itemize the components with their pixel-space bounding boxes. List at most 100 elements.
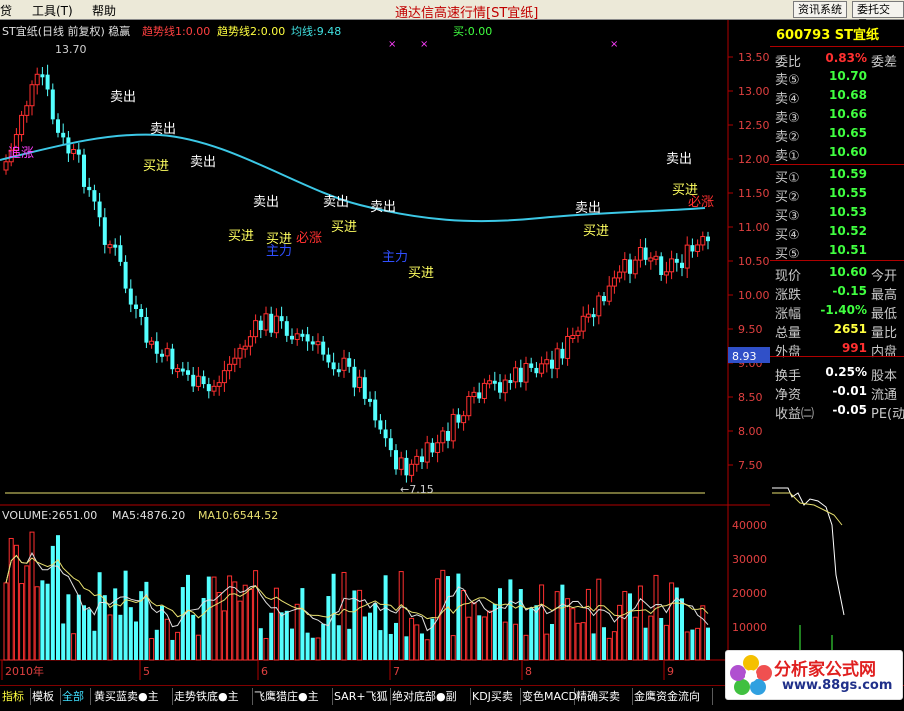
stat-label-2: 最高 <box>871 288 898 303</box>
ask-row[interactable]: 卖② 10.65 <box>770 125 904 145</box>
tab-all[interactable]: 全部 <box>60 688 91 705</box>
candle <box>440 430 446 444</box>
buy-label: 买进 <box>228 229 255 244</box>
candle <box>154 341 159 354</box>
candle <box>175 368 181 373</box>
candle <box>632 259 638 275</box>
volume-bar <box>622 590 628 661</box>
candle <box>575 330 581 336</box>
volume-bar <box>300 588 305 660</box>
price-tick: 12.00 <box>738 153 770 166</box>
volume-bar <box>643 627 648 660</box>
intraday-line-white <box>772 487 845 616</box>
volume-bar <box>279 612 284 660</box>
price-tick: 12.50 <box>738 119 770 132</box>
volume-bar <box>149 638 155 661</box>
tab-kdj[interactable]: KDJ买卖 <box>470 688 521 705</box>
tab-jinying[interactable]: 金鹰资金流向 <box>632 688 713 705</box>
volume-bar <box>76 594 81 660</box>
trade-button[interactable]: 委托交易 <box>852 1 904 31</box>
volume-bar <box>221 610 227 661</box>
bid-row[interactable]: 买② 10.55 <box>770 185 904 205</box>
candle <box>471 391 477 398</box>
candle <box>596 295 602 317</box>
volume-bar <box>82 605 86 660</box>
volume-bar <box>66 594 71 660</box>
sell-label: 卖出 <box>253 195 280 210</box>
volume-bar <box>201 597 206 660</box>
volume-bar <box>684 631 690 661</box>
bid-label: 买① <box>775 171 800 186</box>
volume-bar <box>591 633 596 660</box>
candle <box>326 354 331 363</box>
volume-bar <box>144 581 149 660</box>
candle <box>300 333 305 337</box>
candle <box>170 348 175 370</box>
stat-label: 换手 <box>775 369 802 384</box>
volume-bar <box>680 598 684 660</box>
volume-bar <box>347 628 352 660</box>
candle <box>518 367 523 383</box>
volume-bar <box>191 614 196 660</box>
ma-value: 均线:9.48 <box>291 25 342 38</box>
price-tick: 8.00 <box>738 425 763 438</box>
candle <box>508 380 513 384</box>
volume-bar <box>550 623 554 660</box>
volume-bar <box>8 537 14 661</box>
stat-value: -0.15 <box>832 284 867 298</box>
bid-row[interactable]: 买① 10.59 <box>770 166 904 186</box>
kline-chart[interactable]: × × × 13.50 13.00 12.50 12.00 11.50 11.00 10.50 1… <box>0 20 770 684</box>
candle <box>502 379 508 394</box>
menu-help[interactable]: 帮助 <box>92 2 116 19</box>
tab-indicator[interactable]: 指标 <box>0 688 31 705</box>
candle <box>315 341 321 346</box>
tab-feiying[interactable]: 飞鹰猎庄●主 <box>252 688 333 705</box>
tab-zoushi[interactable]: 走势铁底●主 <box>172 688 253 705</box>
tab-macd[interactable]: 变色MACD <box>520 688 577 705</box>
ask-label: 卖① <box>775 149 800 164</box>
volume-tick: 20000 <box>732 587 767 600</box>
stat-row: 收益㈡ -0.05 PE(动 <box>770 402 904 422</box>
volume-bar <box>258 628 263 660</box>
candle <box>352 366 357 388</box>
stat-value: -0.01 <box>832 384 867 398</box>
candle <box>118 245 123 262</box>
bid-row[interactable]: 买③ 10.53 <box>770 204 904 224</box>
volume-bar <box>602 627 606 660</box>
panel-divider <box>770 164 904 165</box>
tab-huangmai[interactable]: 黄买蓝卖●主 <box>92 688 173 705</box>
ask-row[interactable]: 卖⑤ 10.70 <box>770 68 904 88</box>
volume-bar <box>154 629 159 660</box>
candle <box>477 392 482 399</box>
bid-row[interactable]: 买④ 10.52 <box>770 223 904 243</box>
candle <box>414 455 420 465</box>
ask-row[interactable]: 卖③ 10.66 <box>770 106 904 126</box>
chart-canvas[interactable]: × × × 13.5013.0012.5012.0011.5011.0010.501… <box>0 20 770 684</box>
tab-sar[interactable]: SAR+飞狐 <box>332 688 391 705</box>
ask-row[interactable]: 卖④ 10.68 <box>770 87 904 107</box>
buy-label: 买进 <box>583 224 610 239</box>
volume-bar <box>134 621 138 660</box>
bid-row[interactable]: 买⑤ 10.51 <box>770 242 904 262</box>
stock-code: 600793 ST宜纸 <box>776 28 880 43</box>
stat-row: 涨幅 -1.40% 最低 <box>770 302 904 322</box>
volume-bar <box>227 575 233 661</box>
candle <box>430 442 435 453</box>
volume-bar <box>61 623 66 660</box>
tab-template[interactable]: 模板 <box>30 688 61 705</box>
tab-juedui[interactable]: 绝对底部●副 <box>390 688 471 705</box>
candle <box>611 277 617 287</box>
menu-bar: 贷 工具(T) 帮助 通达信高速行情[ST宜纸] 资讯系统 委托交易 <box>0 0 904 31</box>
candle <box>341 357 347 371</box>
candle <box>195 375 201 387</box>
info-system-button[interactable]: 资讯系统 <box>793 1 847 18</box>
volume-bar <box>263 637 269 661</box>
candle <box>290 335 294 340</box>
zhuijin-label: 追涨 <box>8 146 35 161</box>
candle <box>123 261 128 289</box>
ask-row[interactable]: 卖① 10.60 <box>770 144 904 164</box>
menu-tools[interactable]: 工具(T) <box>32 2 73 19</box>
menu-item-trade[interactable]: 贷 <box>0 2 12 19</box>
volume-bar <box>362 616 367 660</box>
tab-jingque[interactable]: 精确买卖 <box>574 688 633 705</box>
